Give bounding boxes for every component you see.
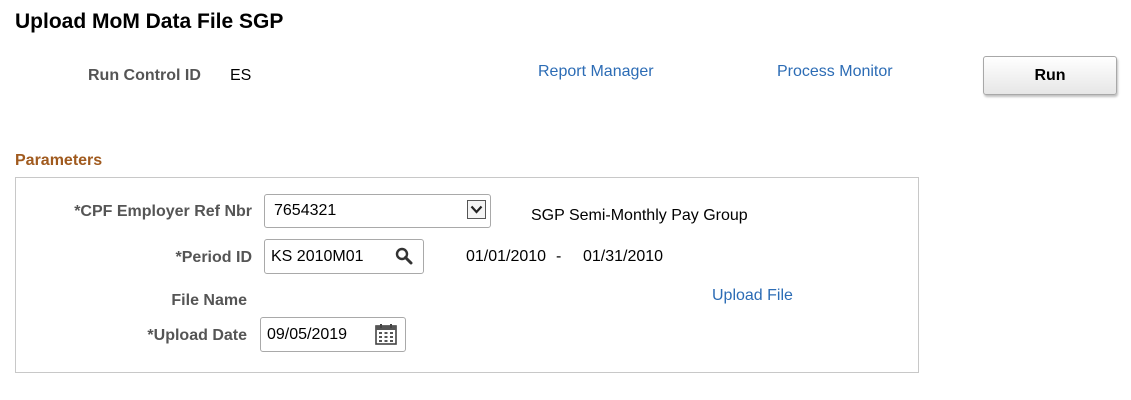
period-end-date: 01/31/2010: [583, 248, 664, 265]
search-icon[interactable]: [395, 247, 413, 265]
cpf-employer-select[interactable]: 7654321: [264, 194, 491, 228]
cpf-employer-description: SGP Semi-Monthly Pay Group: [531, 207, 748, 224]
page-title: Upload MoM Data File SGP: [15, 10, 284, 33]
cpf-employer-label: *CPF Employer Ref Nbr: [74, 203, 252, 220]
run-control-value: ES: [230, 67, 252, 84]
upload-date-input[interactable]: 09/05/2019: [260, 317, 406, 352]
report-manager-link[interactable]: Report Manager: [538, 63, 654, 81]
chevron-down-icon[interactable]: [467, 200, 486, 219]
file-name-label: File Name: [171, 292, 247, 309]
upload-date-value: 09/05/2019: [267, 326, 348, 343]
run-button[interactable]: Run: [983, 56, 1117, 95]
upload-file-link[interactable]: Upload File: [712, 287, 793, 305]
section-title-parameters: Parameters: [15, 152, 103, 169]
calendar-icon[interactable]: [375, 323, 397, 345]
process-monitor-link[interactable]: Process Monitor: [777, 63, 893, 81]
run-control-label: Run Control ID: [88, 67, 201, 84]
period-id-input[interactable]: KS 2010M01: [264, 239, 424, 274]
upload-date-label: *Upload Date: [147, 327, 247, 344]
period-start-date: 01/01/2010: [466, 248, 547, 265]
period-id-value: KS 2010M01: [271, 248, 364, 265]
cpf-employer-value: 7654321: [274, 202, 337, 219]
period-date-separator: -: [556, 248, 562, 265]
period-id-label: *Period ID: [175, 249, 252, 266]
